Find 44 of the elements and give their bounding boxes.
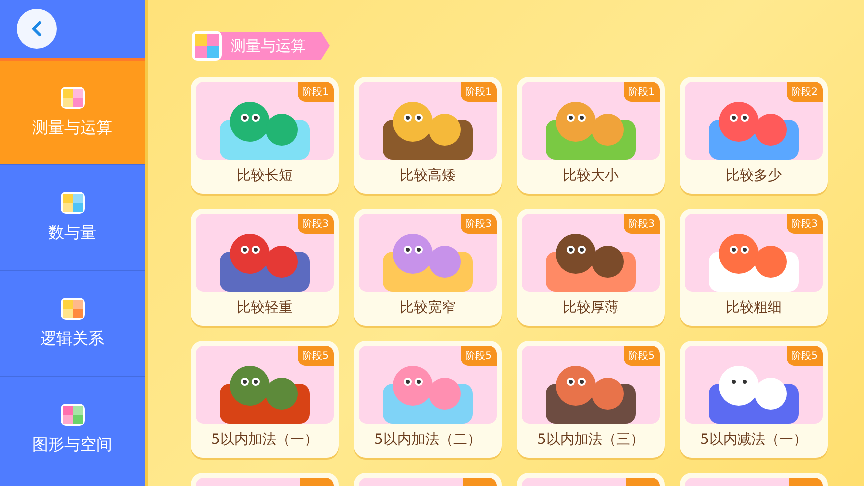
stage-badge: 阶段5 xyxy=(624,346,660,366)
category-icon xyxy=(60,191,86,215)
lesson-card[interactable]: 阶段1 比较高矮 xyxy=(354,77,502,194)
lesson-title: 比较轻重 xyxy=(236,299,294,318)
stage-badge: 阶段1 xyxy=(624,82,660,102)
lesson-card[interactable]: 阶段3 比较宽窄 xyxy=(354,209,502,326)
stage-badge: 阶段3 xyxy=(786,214,823,234)
lesson-title: 比较大小 xyxy=(562,167,620,186)
lesson-card[interactable]: 阶段5 5以内减法（一） xyxy=(680,341,828,458)
lesson-card[interactable]: 阶段2 比较多少 xyxy=(680,77,828,194)
lesson-title: 5以内加法（三） xyxy=(536,431,646,450)
category-icon xyxy=(60,403,86,427)
stage-badge: 阶段1 xyxy=(460,82,497,102)
lesson-card[interactable]: 阶段3 比较厚薄 xyxy=(517,209,665,326)
stage-badge: 阶段3 xyxy=(624,214,660,234)
lesson-card[interactable]: 阶段1 比较大小 xyxy=(517,77,665,194)
lesson-title: 比较长短 xyxy=(236,167,294,186)
category-icon xyxy=(60,297,86,321)
back-icon xyxy=(30,21,44,37)
lesson-card[interactable]: 阶段5 5以内加法（三） xyxy=(517,341,665,458)
lesson-title: 5以内减法（一） xyxy=(700,431,808,450)
stage-badge: 阶段3 xyxy=(460,214,497,234)
lesson-card[interactable]: 阶段5 5以内加法（一） xyxy=(191,341,339,458)
lesson-card[interactable]: 阶段5 5以内加法（二） xyxy=(354,341,502,458)
lesson-card[interactable]: 阶段3 比较粗细 xyxy=(680,209,828,326)
section-title: 测量与运算 xyxy=(217,32,330,60)
lesson-title: 比较高矮 xyxy=(399,167,457,186)
stage-badge: 阶段1 xyxy=(298,82,334,102)
lesson-title: 比较厚薄 xyxy=(562,299,620,318)
back-button[interactable] xyxy=(17,9,57,49)
stage-badge: 阶段5 xyxy=(298,346,334,366)
stage-badge: 阶段5 xyxy=(460,346,497,366)
lesson-title: 5以内加法（二） xyxy=(374,431,482,450)
lesson-title: 比较粗细 xyxy=(725,299,783,318)
lesson-title: 比较多少 xyxy=(725,167,783,186)
lesson-card[interactable]: 阶段1 比较长短 xyxy=(191,77,339,194)
stage-badge: 阶段3 xyxy=(298,214,334,234)
lesson-title: 5以内加法（一） xyxy=(210,431,320,450)
lesson-card[interactable]: 阶段3 比较轻重 xyxy=(191,209,339,326)
stage-badge: 阶段2 xyxy=(786,82,823,102)
stage-badge: 阶段5 xyxy=(786,346,823,366)
lesson-title: 比较宽窄 xyxy=(399,299,457,318)
category-icon xyxy=(191,30,223,62)
category-icon xyxy=(60,86,86,110)
